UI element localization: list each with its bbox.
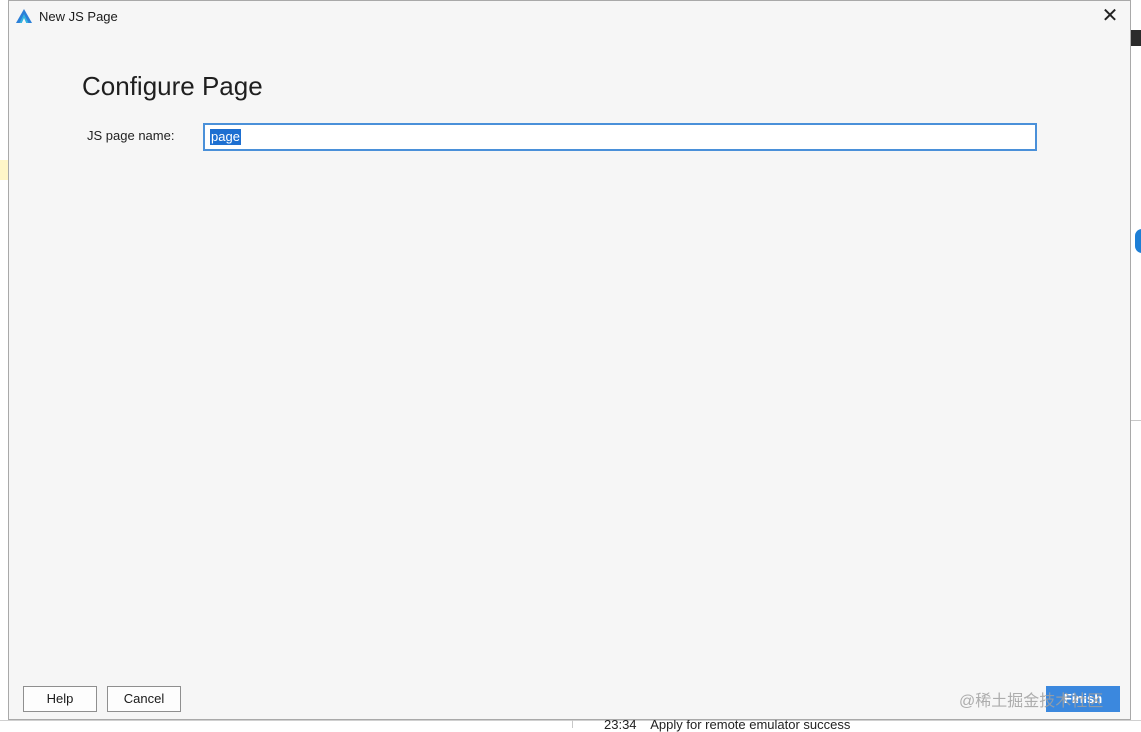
close-icon[interactable]: ✕ bbox=[1097, 3, 1123, 29]
background-ide-right-edge bbox=[1131, 0, 1141, 728]
js-page-name-input[interactable] bbox=[203, 123, 1037, 151]
window-title: New JS Page bbox=[39, 9, 118, 24]
background-highlight-fragment bbox=[0, 160, 8, 180]
help-button[interactable]: Help bbox=[23, 686, 97, 712]
cancel-button[interactable]: Cancel bbox=[107, 686, 181, 712]
background-panel-divider bbox=[572, 720, 573, 728]
background-badge-fragment bbox=[1135, 229, 1141, 253]
page-title: Configure Page bbox=[82, 71, 263, 101]
devecostudio-logo-icon bbox=[16, 9, 32, 23]
background-ide-left-edge bbox=[0, 0, 8, 728]
js-page-name-label: JS page name: bbox=[87, 128, 175, 143]
watermark: @稀土掘金技术社区 bbox=[959, 693, 1104, 710]
new-js-page-dialog: New JS Page ✕ Configure Page JS page nam… bbox=[8, 0, 1131, 720]
js-page-name-selected-text: page bbox=[210, 129, 241, 145]
background-divider bbox=[1131, 420, 1141, 421]
background-toolbar-fragment bbox=[1131, 30, 1141, 46]
dialog-titlebar: New JS Page ✕ bbox=[9, 1, 1130, 31]
